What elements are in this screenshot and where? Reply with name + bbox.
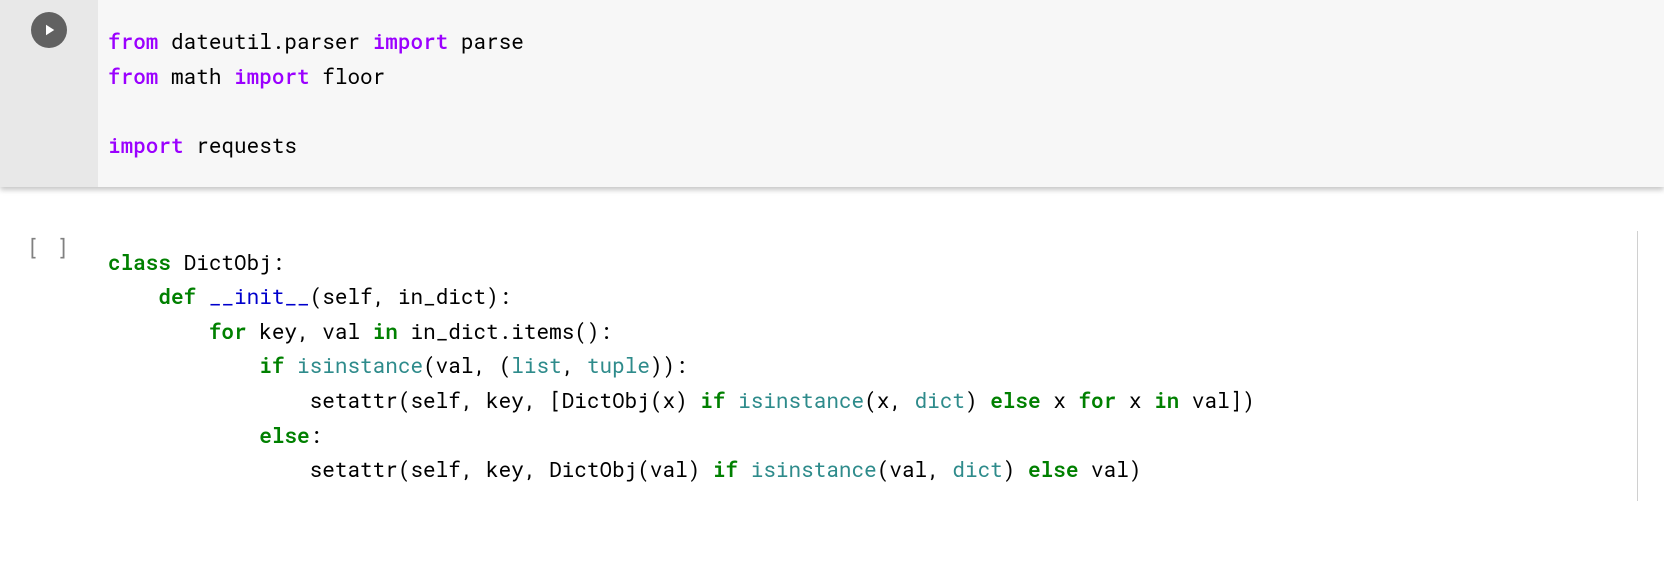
code-token: if	[700, 386, 738, 414]
code-token: )	[1003, 455, 1028, 483]
code-token: __init__	[209, 282, 310, 310]
code-token: parse	[461, 27, 524, 55]
code-editor[interactable]: from dateutil.parser import parse from m…	[98, 10, 1664, 177]
code-token: import	[234, 62, 322, 90]
code-token: floor	[322, 62, 385, 90]
code-token: setattr(self, key, DictObj(val)	[108, 455, 713, 483]
code-token: for	[1078, 386, 1128, 414]
code-token: (self, in_dict):	[310, 282, 512, 310]
code-token: import	[373, 27, 461, 55]
play-icon	[40, 21, 58, 39]
code-token: for	[209, 317, 259, 345]
code-token: isinstance	[751, 455, 877, 483]
code-token: if	[713, 455, 751, 483]
code-token: ,	[562, 351, 587, 379]
code-token: else	[990, 386, 1053, 414]
code-token: (val, (	[423, 351, 511, 379]
code-token: val)	[1091, 455, 1141, 483]
code-cell[interactable]: [ ] class DictObj: def __init__(self, in…	[0, 225, 1664, 501]
run-cell-button[interactable]	[31, 12, 67, 48]
code-token: DictObj	[184, 248, 272, 276]
code-token: setattr(self, key, [DictObj(x)	[108, 386, 700, 414]
code-token: in	[1154, 386, 1192, 414]
code-token: math	[171, 62, 234, 90]
code-token: import	[108, 131, 196, 159]
code-token: from	[108, 27, 171, 55]
code-token	[108, 317, 209, 345]
execution-indicator: [ ]	[27, 233, 71, 261]
code-token: :	[272, 248, 285, 276]
code-token: else	[259, 421, 309, 449]
code-cell[interactable]: from dateutil.parser import parse from m…	[0, 0, 1664, 187]
code-token: isinstance	[297, 351, 423, 379]
code-token	[108, 351, 259, 379]
code-token: x	[1129, 386, 1154, 414]
code-editor[interactable]: class DictObj: def __init__(self, in_dic…	[98, 231, 1638, 501]
code-token: else	[1028, 455, 1091, 483]
code-token	[108, 421, 259, 449]
code-token: from	[108, 62, 171, 90]
code-token: )):	[650, 351, 688, 379]
cell-gutter	[0, 0, 98, 187]
code-token: (x,	[864, 386, 914, 414]
code-token: dateutil.parser	[171, 27, 373, 55]
code-token: requests	[196, 131, 297, 159]
code-token: )	[965, 386, 990, 414]
code-token: dict	[952, 455, 1002, 483]
code-token: dict	[915, 386, 965, 414]
code-token: if	[259, 351, 297, 379]
code-token: key, val	[259, 317, 372, 345]
code-token: tuple	[587, 351, 650, 379]
code-token: (val,	[877, 455, 953, 483]
code-token: class	[108, 248, 184, 276]
code-token: x	[1053, 386, 1078, 414]
code-token: list	[511, 351, 561, 379]
cell-gutter: [ ]	[0, 231, 98, 261]
code-token: in	[373, 317, 411, 345]
code-token: :	[310, 421, 323, 449]
code-token: val])	[1192, 386, 1255, 414]
code-token: def	[158, 282, 208, 310]
code-token: in_dict.items():	[410, 317, 612, 345]
code-token: isinstance	[738, 386, 864, 414]
code-token	[108, 282, 158, 310]
